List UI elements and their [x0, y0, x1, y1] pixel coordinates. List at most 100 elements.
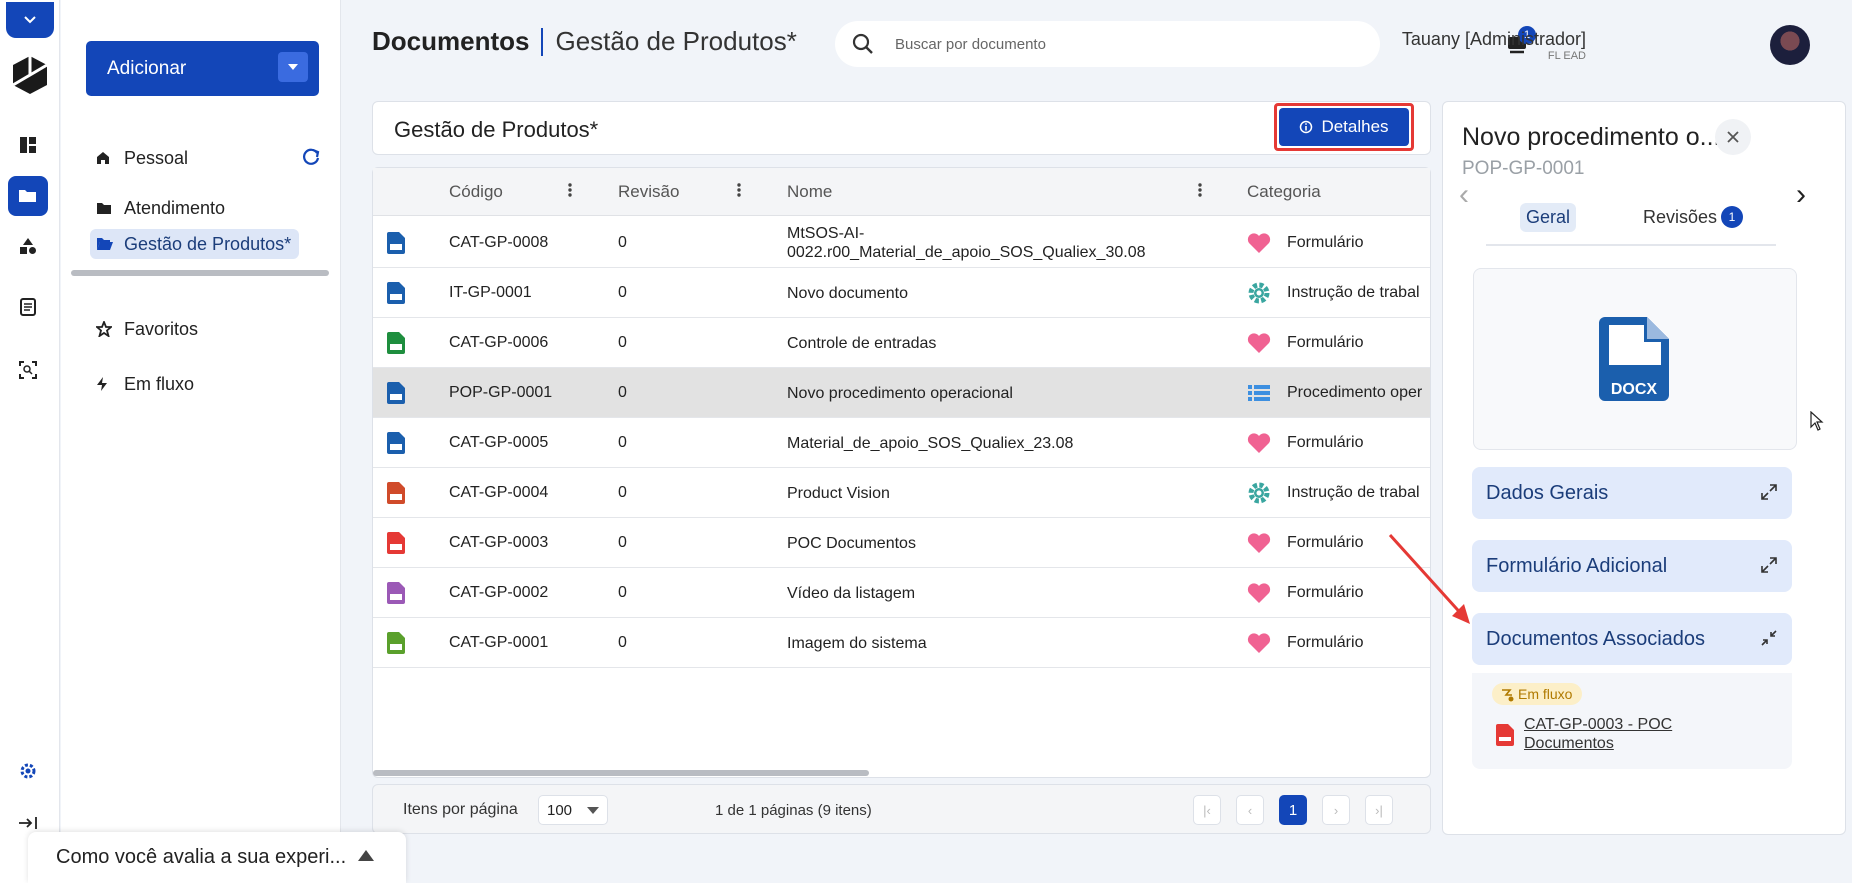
column-menu-icon[interactable]	[1198, 182, 1202, 203]
dashboard-button[interactable]	[8, 125, 48, 165]
cell-category: Formulário	[1287, 234, 1364, 251]
refresh-icon	[303, 148, 320, 165]
table-row[interactable]: POP-GP-0001 0 Novo procedimento operaciona…	[373, 368, 1430, 418]
feedback-widget[interactable]: Como você avalia a sua experi...	[28, 832, 406, 883]
documents-button[interactable]	[8, 176, 48, 216]
cell-name: Product Vision	[787, 484, 890, 502]
associated-doc-link[interactable]: CAT-GP-0003 - POC Documentos	[1524, 715, 1724, 753]
page-button-current[interactable]: 1	[1279, 795, 1307, 825]
nav-item-gestao[interactable]: Gestão de Produtos*	[90, 229, 300, 259]
column-menu-icon[interactable]	[568, 182, 572, 203]
tabs-divider	[1486, 244, 1776, 246]
section-dados-gerais[interactable]: Dados Gerais	[1472, 467, 1792, 519]
shapes-button[interactable]	[8, 226, 48, 266]
column-menu-icon[interactable]	[737, 182, 741, 203]
table-row[interactable]: CAT-GP-0002 0 Vídeo da listagem Formulário	[373, 568, 1430, 618]
table-row[interactable]: CAT-GP-0005 0 Material_de_apoio_SOS_Qualie…	[373, 418, 1430, 468]
cell-name: Novo procedimento operacional	[787, 384, 1013, 402]
table-row[interactable]: CAT-GP-0008 0 MtSOS-AI-0022.r00_Material_d…	[373, 218, 1430, 268]
collapse-button[interactable]	[6, 2, 54, 38]
category-gear-icon	[1247, 268, 1271, 318]
nav-item-label: Atendimento	[124, 197, 226, 218]
section-formulario-adicional[interactable]: Formulário Adicional	[1472, 540, 1792, 592]
png-file-icon	[387, 618, 405, 668]
caret-up-icon	[358, 850, 374, 861]
user-name: Tauany [Administrador]	[1401, 29, 1586, 49]
close-icon	[1727, 131, 1739, 143]
status-text: Em fluxo	[1518, 686, 1573, 702]
chevron-down-icon	[24, 16, 36, 24]
cell-revision: 0	[618, 484, 627, 501]
table-row[interactable]: CAT-GP-0001 0 Imagem do sistema Formulário	[373, 618, 1430, 668]
details-button[interactable]: Detalhes	[1279, 108, 1409, 146]
last-page-button[interactable]: ›|	[1365, 795, 1393, 825]
section-documentos-associados[interactable]: Documentos Associados	[1472, 613, 1792, 665]
items-per-page-select[interactable]: 100	[538, 795, 608, 825]
nav-item-label: Gestão de Produtos*	[124, 233, 292, 254]
pptx-file-icon	[387, 468, 405, 518]
folder-title: Gestão de Produtos*	[555, 26, 797, 56]
home-icon	[96, 151, 124, 165]
cell-name: Imagem do sistema	[787, 634, 927, 652]
scan-button[interactable]	[8, 350, 48, 390]
avatar[interactable]	[1770, 25, 1810, 65]
category-list-icon	[1247, 368, 1271, 418]
category-heart-icon	[1247, 618, 1271, 668]
category-heart-icon	[1247, 568, 1271, 618]
cell-revision: 0	[618, 584, 627, 601]
status-badge: Em fluxo	[1492, 683, 1583, 705]
app-section-title: Documentos	[372, 26, 530, 56]
cell-name: Novo documento	[787, 284, 908, 302]
table-horizontal-scrollbar[interactable]	[373, 770, 869, 776]
docx-file-icon	[387, 368, 405, 418]
table-row[interactable]: CAT-GP-0003 0 POC Documentos Formulário	[373, 518, 1430, 568]
nav-item-favoritos[interactable]: Favoritos	[96, 314, 198, 344]
add-button[interactable]: Adicionar	[86, 41, 319, 96]
search-icon	[852, 33, 873, 54]
prev-page-button[interactable]: ‹	[1236, 795, 1264, 825]
tabs-next-button[interactable]: ›	[1796, 178, 1806, 212]
shapes-icon	[20, 238, 36, 254]
cell-category: Procedimento oper	[1287, 384, 1423, 401]
nav-item-atendimento[interactable]: Atendimento	[96, 193, 225, 223]
nav-item-pessoal[interactable]: Pessoal	[96, 143, 188, 173]
refresh-button[interactable]	[301, 147, 321, 172]
cell-name: MtSOS-AI-0022.r00_Material_de_apoio_SOS_…	[787, 225, 1146, 261]
table-row[interactable]: CAT-GP-0004 0 Product Vision Instrução de t…	[373, 468, 1430, 518]
file-type-label: DOCX	[1610, 381, 1658, 398]
file-preview[interactable]: DOCX	[1473, 268, 1797, 450]
table-row[interactable]: IT-GP-0001 0 Novo documento Instrução de tr…	[373, 268, 1430, 318]
nav-item-em-fluxo[interactable]: Em fluxo	[96, 369, 194, 399]
document-list-icon	[20, 298, 36, 316]
flow-icon	[1502, 689, 1514, 702]
mouse-cursor	[1810, 411, 1824, 431]
dashboard-icon	[20, 137, 36, 153]
section-title: Dados Gerais	[1486, 481, 1609, 504]
info-icon	[1300, 120, 1313, 134]
items-per-page-label: Itens por página	[403, 801, 518, 818]
next-page-button[interactable]: ›	[1322, 795, 1350, 825]
horizontal-scrollbar[interactable]	[71, 270, 329, 276]
tab-geral[interactable]: Geral	[1520, 203, 1577, 232]
revisions-badge: 1	[1721, 206, 1743, 228]
scan-icon	[19, 361, 37, 379]
cell-category: Formulário	[1287, 334, 1364, 351]
close-button[interactable]	[1715, 119, 1751, 155]
cell-revision: 0	[618, 384, 627, 401]
table-row[interactable]: CAT-GP-0006 0 Controle de entradas Formulár…	[373, 318, 1430, 368]
column-header-categoria[interactable]: Categoria	[1247, 168, 1321, 216]
settings-button[interactable]	[8, 751, 48, 791]
tab-revisoes[interactable]: Revisões	[1643, 207, 1717, 228]
expand-icon	[1761, 484, 1777, 500]
first-page-button[interactable]: |‹	[1193, 795, 1221, 825]
tabs-prev-button[interactable]: ‹	[1459, 178, 1469, 212]
docx-file-icon	[387, 218, 405, 268]
column-header-nome[interactable]: Nome	[787, 168, 832, 216]
column-header-codigo[interactable]: Código	[449, 168, 503, 216]
collapse-icon	[1761, 630, 1777, 646]
feedback-text: Como você avalia a sua experi...	[56, 846, 347, 868]
add-dropdown-button[interactable]	[278, 52, 308, 82]
column-header-revisao[interactable]: Revisão	[618, 168, 679, 216]
star-icon	[96, 321, 124, 337]
reports-button[interactable]	[8, 287, 48, 327]
